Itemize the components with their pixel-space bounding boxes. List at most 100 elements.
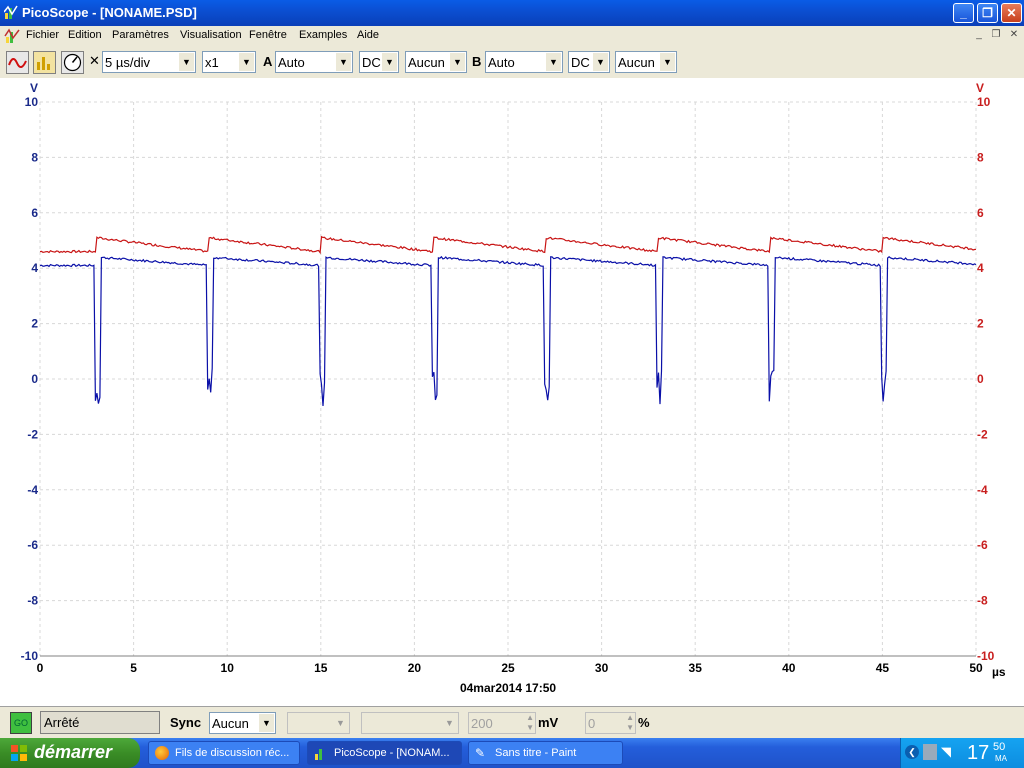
- x-tick-label: 10: [221, 661, 235, 675]
- channel-a-coupling-select[interactable]: DC ▼: [359, 51, 399, 73]
- wifi-icon[interactable]: ◥: [941, 744, 951, 760]
- scope-mode-button[interactable]: [6, 51, 29, 74]
- right-unit-label: V: [976, 81, 984, 95]
- trigger-mode-select[interactable]: ▼: [361, 712, 459, 734]
- menu-aide[interactable]: Aide: [357, 29, 379, 41]
- chevron-down-icon: ▼: [382, 53, 397, 71]
- y-tick-label-left: 8: [31, 150, 38, 164]
- waveform-icon: [8, 58, 27, 68]
- mdi-restore-button[interactable]: ❐: [989, 29, 1003, 42]
- start-button[interactable]: démarrer: [0, 738, 140, 768]
- x-tick-label: 45: [876, 661, 890, 675]
- minimize-button[interactable]: _: [953, 3, 974, 23]
- y-tick-label-right: -4: [977, 483, 988, 497]
- chevron-down-icon: ▼: [179, 53, 194, 71]
- channel-a-label: A: [263, 54, 273, 69]
- menu-parametres[interactable]: Paramètres: [112, 29, 169, 41]
- window-title: PicoScope - [NONAME.PSD]: [22, 5, 197, 20]
- task-firefox[interactable]: Fils de discussion réc...: [148, 741, 300, 765]
- chevron-down-icon: ▼: [333, 714, 348, 732]
- channel-b-option-select[interactable]: Aucun ▼: [615, 51, 677, 73]
- y-tick-label-left: -4: [27, 483, 38, 497]
- x-tick-label: 35: [689, 661, 703, 675]
- channel-b-coupling-select[interactable]: DC ▼: [568, 51, 610, 73]
- x-tick-label: 40: [782, 661, 796, 675]
- y-tick-label-right: -2: [977, 427, 988, 441]
- menu-bar: Fichier Edition Paramètres Visualisation…: [0, 26, 1024, 47]
- picoscope-icon: [314, 746, 328, 760]
- chevron-down-icon: ▼: [546, 53, 561, 71]
- x-tick-label: 50: [969, 661, 983, 675]
- menu-fenetre[interactable]: Fenêtre: [249, 29, 287, 41]
- chevron-down-icon: ▼: [450, 53, 465, 71]
- y-tick-label-right: 6: [977, 206, 984, 220]
- y-tick-label-left: 0: [31, 372, 38, 386]
- system-tray: ❮ ◥ 17 50 MA: [900, 738, 1024, 768]
- mdi-close-button[interactable]: ✕: [1007, 29, 1021, 42]
- menu-visualisation[interactable]: Visualisation: [180, 29, 242, 41]
- menu-examples[interactable]: Examples: [299, 29, 347, 41]
- trigger-source-select[interactable]: ▼: [287, 712, 350, 734]
- menu-fichier[interactable]: Fichier: [26, 29, 59, 41]
- sync-label: Sync: [170, 715, 202, 730]
- task-picoscope[interactable]: PicoScope - [NONAM...: [307, 741, 462, 765]
- x-tick-label: 30: [595, 661, 609, 675]
- x-tick-label: 15: [314, 661, 328, 675]
- go-button[interactable]: GO: [10, 712, 32, 734]
- channel-a-option-select[interactable]: Aucun ▼: [405, 51, 467, 73]
- series-channel-b-trace: [39, 235, 977, 255]
- close-button[interactable]: ✕: [1001, 3, 1022, 23]
- timebase-select[interactable]: 5 µs/div ▼: [102, 51, 196, 73]
- x-tick-label: 5: [130, 661, 137, 675]
- status-bar: GO Arrêté Sync Aucun ▼ ▼ ▼ 200 ▲ ▼ mV 0 ▲…: [0, 706, 1024, 739]
- title-bar: PicoScope - [NONAME.PSD] _ ❐ ✕: [0, 0, 1024, 26]
- taskbar: démarrer Fils de discussion réc... PicoS…: [0, 738, 1024, 768]
- y-tick-label-right: -8: [977, 594, 988, 608]
- x-tick-label: 20: [408, 661, 422, 675]
- y-tick-label-right: -6: [977, 538, 988, 552]
- y-tick-label-right: 4: [977, 261, 984, 275]
- channel-b-range-select[interactable]: Auto ▼: [485, 51, 563, 73]
- multiplier-select[interactable]: x1 ▼: [202, 51, 256, 73]
- toolbar: ✕ 5 µs/div ▼ x1 ▼ A Auto ▼ DC ▼ Aucun ▼ …: [0, 46, 1024, 79]
- close-x-icon[interactable]: ✕: [89, 53, 100, 69]
- x-unit-label: µs: [992, 665, 1006, 679]
- pretrigger-input[interactable]: 0 ▲ ▼: [585, 712, 636, 734]
- tray-expand-icon[interactable]: ❮: [905, 745, 919, 759]
- windows-logo-icon: [10, 744, 28, 762]
- trigger-level-input[interactable]: 200 ▲ ▼: [468, 712, 536, 734]
- y-tick-label-right: 10: [977, 95, 991, 109]
- network-icon[interactable]: [923, 744, 937, 760]
- document-icon: [4, 28, 20, 44]
- channel-a-range-select[interactable]: Auto ▼: [275, 51, 353, 73]
- y-tick-label-left: 4: [31, 261, 38, 275]
- y-tick-label-left: -6: [27, 538, 38, 552]
- mdi-minimize-button[interactable]: _: [972, 29, 986, 42]
- state-display: Arrêté: [40, 711, 160, 734]
- scope-chart: V V10 108 86 64 42 20 0-2 -2-4 -4-6 -6-8 -8-10 -100 5…: [21, 81, 1006, 695]
- clock-hour[interactable]: 17: [967, 742, 989, 765]
- app-icon: [3, 5, 18, 19]
- chevron-down-icon: ▼: [336, 53, 351, 71]
- y-tick-label-left: 2: [31, 317, 38, 331]
- y-tick-label-right: 8: [977, 150, 984, 164]
- scope-plot[interactable]: V V 10 10 8 8 6 6 4 4 2 2 0 0 -2 -2 -4 -4 -6 -6 -8 -8 -10 -10 0 5…: [0, 78, 1024, 706]
- chevron-down-icon: ▼: [593, 53, 608, 71]
- y-tick-label-left: 6: [31, 206, 38, 220]
- firefox-icon: [155, 746, 169, 760]
- sync-select[interactable]: Aucun ▼: [209, 712, 276, 734]
- paint-icon: ✎: [475, 746, 486, 760]
- y-tick-label-right: 2: [977, 317, 984, 331]
- task-paint[interactable]: ✎ Sans titre - Paint: [468, 741, 623, 765]
- meter-mode-button[interactable]: [61, 51, 84, 74]
- spectrum-mode-button[interactable]: [33, 51, 56, 74]
- spectrum-icon: [37, 57, 50, 70]
- y-tick-label-left: 10: [25, 95, 39, 109]
- y-tick-label-right: 0: [977, 372, 984, 386]
- spinner-icon: ▲ ▼: [626, 713, 634, 732]
- maximize-button[interactable]: ❐: [977, 3, 998, 23]
- chevron-down-icon: ▼: [660, 53, 675, 71]
- y-tick-label-left: -2: [27, 427, 38, 441]
- menu-edition[interactable]: Edition: [68, 29, 102, 41]
- spinner-icon: ▲ ▼: [526, 713, 534, 732]
